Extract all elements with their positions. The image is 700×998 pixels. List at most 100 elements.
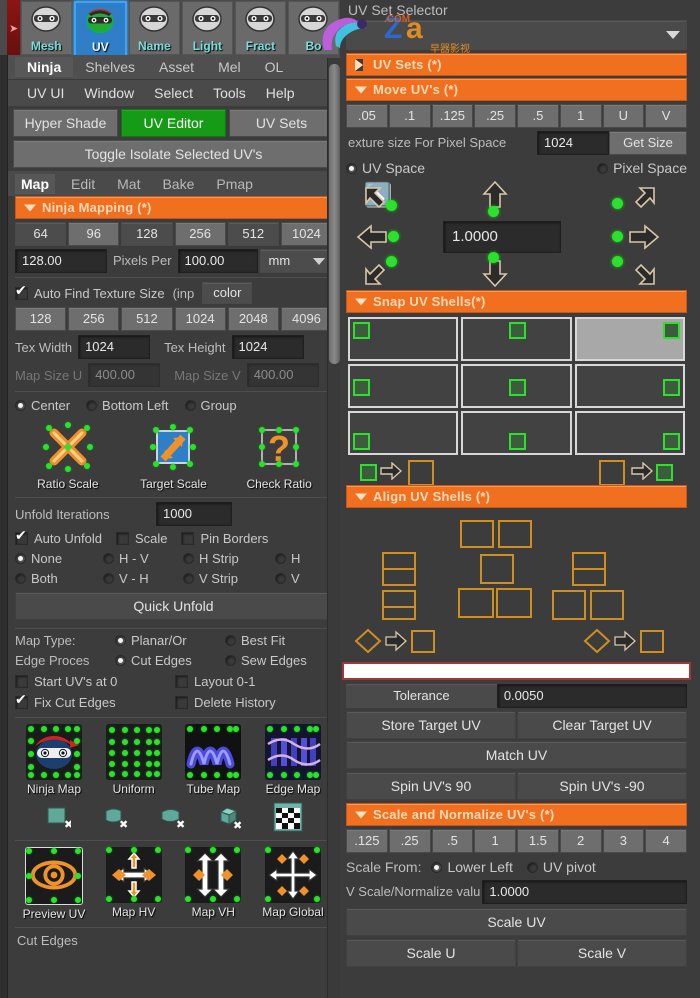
cube-cut-icon[interactable]: ✖ — [216, 804, 242, 832]
map-vh-button[interactable]: Map VH — [176, 847, 250, 921]
pixel-space-radio[interactable]: Pixel Space — [597, 160, 687, 176]
subtab-mat[interactable]: Mat — [111, 174, 146, 194]
uv-sets-section-header[interactable]: UV Sets (*) — [346, 53, 687, 76]
shelf-item-uv[interactable]: UV — [73, 1, 127, 55]
snap-left-target-icon[interactable] — [408, 460, 434, 486]
cylinder-cut-icon[interactable]: ✖ — [102, 804, 128, 831]
size-preset-1024[interactable]: 1024 — [280, 222, 333, 246]
snap-middle-left-button[interactable] — [348, 364, 459, 408]
move-preset-v[interactable]: V — [645, 104, 687, 128]
scale-checkbox[interactable]: Scale — [115, 531, 167, 546]
align-uv-shells-section-header[interactable]: Align UV Shells (*) — [346, 485, 687, 508]
menu-help[interactable]: Help — [256, 83, 305, 103]
scrollbar-thumb[interactable] — [329, 64, 340, 364]
align-center-icon-5[interactable] — [496, 588, 532, 618]
ninja-mapping-section-header[interactable]: Ninja Mapping (*) — [15, 196, 332, 219]
tex-height-field[interactable]: 1024 — [231, 335, 304, 359]
tube-map-button[interactable]: Tube Map — [176, 724, 250, 796]
scale-origin-bottom-left[interactable]: Bottom Left — [86, 398, 169, 413]
clear-target-uv-button[interactable]: Clear Target UV — [517, 711, 687, 739]
edge-proces-sew-edges[interactable]: Sew Edges — [225, 653, 307, 668]
delete-history-checkbox[interactable]: Delete History — [175, 695, 276, 710]
scale-from-lower-left[interactable]: Lower Left — [431, 859, 513, 875]
map-type-planar[interactable]: Planar/Or — [115, 633, 225, 648]
move-uvs-section-header[interactable]: Move UV's (*) — [346, 78, 687, 101]
move-preset-5[interactable]: .5 — [517, 104, 559, 128]
unfold-option-both[interactable]: Both — [15, 571, 103, 586]
menu-uv-ui[interactable]: UV UI — [17, 83, 74, 103]
edge-map-button[interactable]: Edge Map — [256, 724, 330, 796]
align-center-icon-3[interactable] — [480, 554, 514, 584]
uv-sets-button[interactable]: UV Sets — [229, 109, 334, 137]
auto-unfold-checkbox[interactable]: Auto Unfold — [15, 528, 102, 546]
quick-unfold-button[interactable]: Quick Unfold — [15, 592, 332, 620]
unfold-option-v-h[interactable]: V - H — [103, 571, 183, 586]
map-global-button[interactable]: Map Global — [256, 847, 330, 921]
snap-middle-right-button[interactable] — [574, 364, 685, 408]
move-amount-field[interactable]: 1.0000 — [443, 221, 561, 253]
align-center-icon-4[interactable] — [458, 588, 494, 618]
toggle-isolate-button[interactable]: Toggle Isolate Selected UV's — [13, 140, 334, 168]
ninja-map-button[interactable]: Ninja Map — [17, 724, 91, 796]
unfold-option-h-strip[interactable]: H Strip — [183, 551, 275, 566]
scale-normalize-section-header[interactable]: Scale and Normalize UV's (*) — [346, 803, 687, 826]
color-field[interactable]: color — [202, 282, 253, 304]
align-left-stack-icon-2[interactable] — [382, 568, 416, 586]
move-preset-1[interactable]: .1 — [388, 104, 431, 128]
menu-select[interactable]: Select — [144, 83, 203, 103]
subtab-edit[interactable]: Edit — [65, 174, 101, 194]
scale-origin-group[interactable]: Group — [184, 398, 237, 413]
texture-preset-128[interactable]: 128 — [15, 307, 67, 331]
texture-preset-2048[interactable]: 2048 — [227, 307, 279, 331]
unfold-option-h-v[interactable]: H - V — [103, 551, 183, 566]
snap-bottom-left-button[interactable] — [348, 411, 459, 455]
hyper-shade-button[interactable]: Hyper Shade — [13, 109, 118, 137]
uv-editor-button[interactable]: UV Editor — [121, 109, 226, 137]
move-preset-25[interactable]: .25 — [474, 104, 516, 128]
snap-uv-shells-section-header[interactable]: Snap UV Shells(*) — [346, 290, 687, 313]
snap-bottom-center-button[interactable] — [461, 411, 572, 455]
get-size-button[interactable]: Get Size — [609, 131, 687, 155]
curve-cut-icon[interactable]: ✖ — [159, 804, 185, 831]
menu-tools[interactable]: Tools — [203, 83, 256, 103]
spin-uvs-minus-90-button[interactable]: Spin UV's -90 — [517, 772, 687, 800]
up-right-arrow-icon[interactable] — [628, 184, 658, 212]
scale-preset-3[interactable]: 3 — [602, 829, 645, 853]
check-ratio-button[interactable]: ? Check Ratio — [241, 419, 317, 491]
shelf-item-light[interactable]: Light — [181, 1, 233, 55]
subtab-map[interactable]: Map — [15, 174, 55, 194]
pixels-per-field[interactable]: 100.00 — [177, 249, 258, 273]
unfold-iterations-field[interactable]: 1000 — [156, 502, 232, 526]
size-preset-96[interactable]: 96 — [68, 222, 120, 246]
scale-from-uv-pivot[interactable]: UV pivot — [526, 859, 596, 875]
tolerance-field[interactable]: 0.0050 — [496, 684, 687, 708]
uv-space-radio[interactable]: UV Space — [346, 160, 597, 176]
match-uv-button[interactable]: Match UV — [346, 741, 687, 769]
tab-asset[interactable]: Asset — [147, 57, 206, 77]
scale-preset-5[interactable]: .5 — [431, 829, 474, 853]
ratio-scale-button[interactable]: Ratio Scale — [30, 419, 106, 491]
scale-v-button[interactable]: Scale V — [517, 939, 687, 967]
pin-borders-checkbox[interactable]: Pin Borders — [181, 531, 268, 546]
unfold-option-h[interactable]: H — [275, 551, 300, 566]
scale-uv-button[interactable]: Scale UV — [346, 908, 687, 936]
size-preset-256[interactable]: 256 — [174, 222, 226, 246]
snap-top-left-button[interactable] — [348, 317, 459, 361]
layout-0-1-checkbox[interactable]: Layout 0-1 — [175, 674, 255, 689]
tab-ninja[interactable]: Ninja — [15, 57, 74, 77]
unfold-option-v[interactable]: V — [275, 571, 300, 586]
scale-preset-2[interactable]: 2 — [559, 829, 602, 853]
move-preset-one[interactable]: 1 — [559, 104, 602, 128]
shelf-item-fract[interactable]: Fract — [234, 1, 286, 55]
tab-shelves[interactable]: Shelves — [73, 57, 147, 77]
scale-preset-1[interactable]: 1 — [474, 829, 516, 853]
preview-uv-button[interactable]: Preview UV — [17, 847, 91, 921]
fix-cut-edges-checkbox[interactable]: Fix Cut Edges — [15, 692, 175, 710]
align-right-icon-3[interactable] — [552, 590, 586, 620]
subtab-pmap[interactable]: Pmap — [210, 174, 259, 194]
checker-texture-icon[interactable] — [273, 802, 303, 832]
plane-cut-icon[interactable]: ✖ — [45, 804, 73, 831]
pixels-value-field[interactable]: 128.00 — [15, 249, 107, 273]
scale-preset-25[interactable]: .25 — [388, 829, 431, 853]
align-center-icon-2[interactable] — [498, 520, 532, 548]
